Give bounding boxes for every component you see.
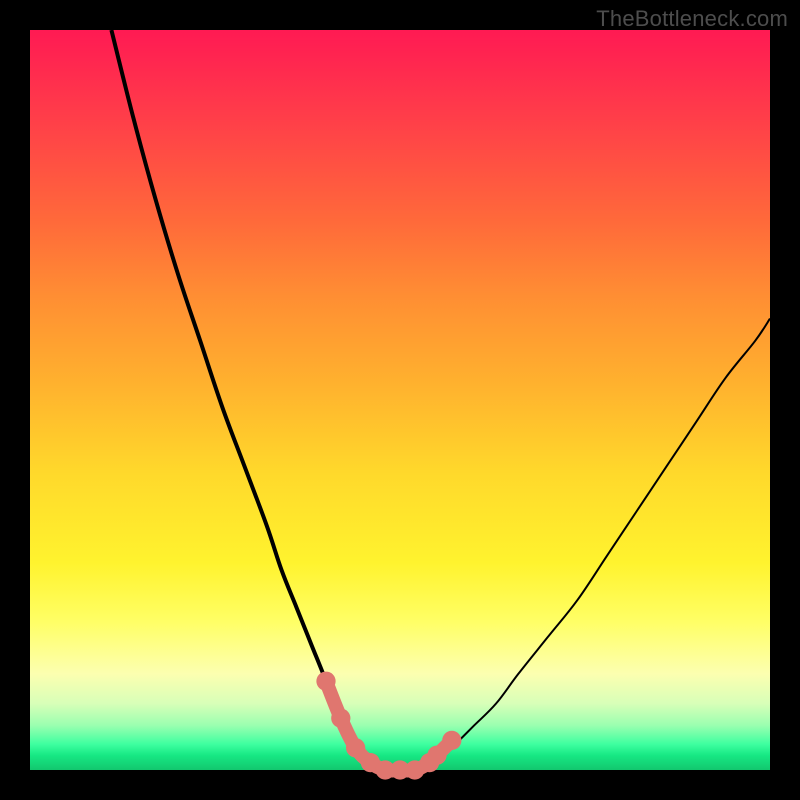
marker-dot (316, 672, 335, 691)
marker-dot (346, 738, 365, 757)
marker-dot (427, 746, 446, 765)
marker-dot (442, 731, 461, 750)
bottleneck-curve (30, 30, 770, 770)
marker-dot (331, 709, 350, 728)
curve-left-curve (111, 30, 370, 763)
watermark-text: TheBottleneck.com (596, 6, 788, 32)
chart-frame: TheBottleneck.com (0, 0, 800, 800)
curve-right-curve (430, 319, 770, 763)
